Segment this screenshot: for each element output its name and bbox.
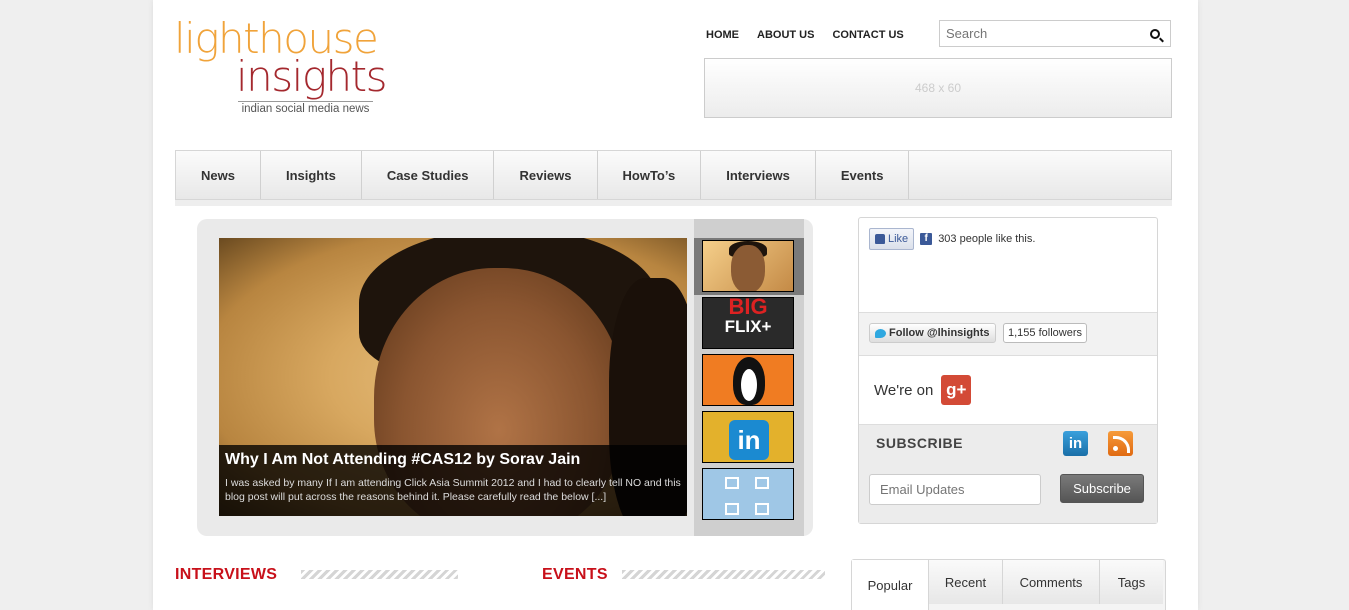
slider-thumb-5[interactable] xyxy=(702,468,794,520)
penguin-icon xyxy=(733,357,765,405)
nav-divider xyxy=(175,200,1172,206)
twitter-follow-row: Follow @lhinsights 1,155 followers xyxy=(859,312,1157,356)
search-box xyxy=(939,20,1171,47)
subscribe-button[interactable]: Subscribe xyxy=(1060,474,1144,503)
interviews-heading-stripes xyxy=(301,570,458,579)
top-nav-contact-us[interactable]: CONTACT US xyxy=(832,29,903,41)
slider-thumb-2[interactable]: BIG FLIX+ xyxy=(702,297,794,349)
tab-tags[interactable]: Tags xyxy=(1100,560,1163,604)
main-nav: News Insights Case Studies Reviews HowTo… xyxy=(175,150,1172,200)
bigflix-logo-big: BIG xyxy=(728,297,768,319)
thumbs-up-icon xyxy=(875,234,885,244)
events-heading[interactable]: EVENTS xyxy=(542,566,608,584)
facebook-icon: f xyxy=(920,233,933,245)
gplus-icon[interactable]: g+ xyxy=(941,375,972,405)
tab-recent[interactable]: Recent xyxy=(929,560,1003,604)
page-container: lighthouse insights indian social media … xyxy=(153,0,1198,610)
twitter-bird-icon xyxy=(875,328,886,338)
twitter-follower-count[interactable]: 1,155 followers xyxy=(1003,323,1087,343)
slider-thumbnails: BIG FLIX+ in xyxy=(694,219,804,536)
plane-icon xyxy=(755,477,769,489)
like-label: Like xyxy=(888,233,909,245)
main-nav-news[interactable]: News xyxy=(176,151,261,199)
car-icon xyxy=(725,503,739,515)
gplus-row: We're on g+ xyxy=(874,375,972,405)
main-nav-reviews[interactable]: Reviews xyxy=(494,151,598,199)
slider-thumb-1[interactable] xyxy=(702,240,794,292)
interviews-heading[interactable]: INTERVIEWS xyxy=(175,566,277,584)
main-nav-howtos[interactable]: HowTo’s xyxy=(598,151,702,199)
top-nav-about-us[interactable]: ABOUT US xyxy=(757,29,814,41)
top-nav: HOME ABOUT US CONTACT US xyxy=(706,29,904,41)
thumb-photo-face xyxy=(731,245,765,291)
facebook-like-count: 303 people like this. xyxy=(938,233,1036,245)
search-icon[interactable] xyxy=(1150,29,1160,39)
email-updates-input[interactable] xyxy=(869,474,1041,505)
slider-thumb-4[interactable]: in xyxy=(702,411,794,463)
social-widget: Like f 303 people like this. Follow @lhi… xyxy=(858,217,1158,524)
linkedin-icon: in xyxy=(729,420,769,460)
top-nav-home[interactable]: HOME xyxy=(706,29,739,41)
linkedin-icon[interactable]: in xyxy=(1063,431,1088,456)
main-nav-case-studies[interactable]: Case Studies xyxy=(362,151,495,199)
slide-title[interactable]: Why I Am Not Attending #CAS12 by Sorav J… xyxy=(225,451,681,469)
subscribe-section: SUBSCRIBE in Subscribe xyxy=(859,424,1157,523)
site-logo[interactable]: lighthouse insights indian social media … xyxy=(174,18,388,118)
home-icon xyxy=(725,477,739,489)
main-nav-interviews[interactable]: Interviews xyxy=(701,151,816,199)
tab-popular[interactable]: Popular xyxy=(852,560,929,610)
featured-slide-image[interactable]: Why I Am Not Attending #CAS12 by Sorav J… xyxy=(219,238,687,516)
phone-icon xyxy=(755,503,769,515)
logo-tagline: indian social media news xyxy=(238,101,373,115)
events-heading-stripes xyxy=(622,570,825,579)
search-input[interactable] xyxy=(940,21,1135,45)
featured-slider: Why I Am Not Attending #CAS12 by Sorav J… xyxy=(197,219,813,536)
slide-excerpt: I was asked by many If I am attending Cl… xyxy=(225,477,681,503)
posts-tabs: Popular Recent Comments Tags xyxy=(851,559,1166,610)
main-nav-insights[interactable]: Insights xyxy=(261,151,362,199)
twitter-follow-label: Follow @lhinsights xyxy=(889,327,990,339)
rss-icon[interactable] xyxy=(1108,431,1133,456)
main-nav-events[interactable]: Events xyxy=(816,151,910,199)
ad-banner[interactable]: 468 x 60 xyxy=(704,58,1172,118)
logo-text-insights: insights xyxy=(236,52,388,101)
tab-comments[interactable]: Comments xyxy=(1003,560,1100,604)
facebook-like-button[interactable]: Like xyxy=(869,228,915,250)
subscribe-title: SUBSCRIBE xyxy=(876,435,963,451)
facebook-like-box: Like f 303 people like this. xyxy=(869,228,1035,250)
gplus-text: We're on xyxy=(874,381,934,399)
slider-thumb-3[interactable] xyxy=(702,354,794,406)
twitter-follow-button[interactable]: Follow @lhinsights xyxy=(869,323,996,343)
slide-caption: Why I Am Not Attending #CAS12 by Sorav J… xyxy=(219,445,687,516)
bigflix-logo-flix: FLIX+ xyxy=(724,317,772,336)
